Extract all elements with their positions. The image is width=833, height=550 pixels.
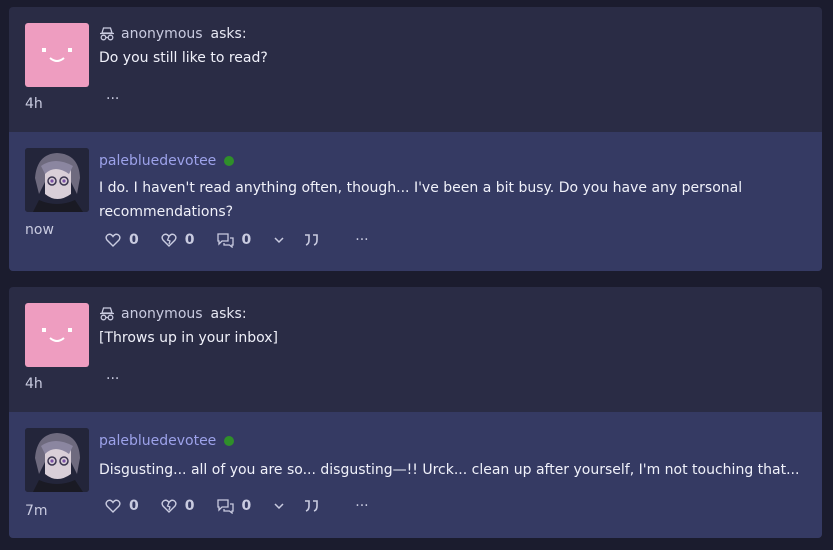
broken-heart-icon — [161, 233, 177, 247]
like-count: 0 — [129, 232, 139, 248]
username-link[interactable]: palebluedevotee — [99, 433, 216, 449]
comment-count: 0 — [241, 498, 252, 514]
post-card: anonymous asks: [Throws up in your inbox… — [9, 287, 822, 538]
character-portrait-icon — [25, 148, 89, 212]
ask-section: anonymous asks: Do you still like to rea… — [9, 7, 822, 132]
action-bar: 0 0 0 ··· — [105, 232, 391, 248]
like-button[interactable]: 0 — [105, 498, 139, 514]
more-icon: ··· — [355, 232, 369, 248]
answer-more-button[interactable]: ··· — [355, 498, 368, 514]
broken-heart-icon — [161, 499, 177, 513]
expand-button[interactable] — [273, 502, 285, 510]
like-button[interactable]: 0 — [105, 232, 139, 248]
incognito-icon — [100, 27, 114, 41]
anonymous-avatar — [25, 23, 89, 87]
user-avatar[interactable] — [25, 428, 89, 492]
answer-author: palebluedevotee — [99, 153, 235, 169]
ask-timestamp[interactable]: 4h — [25, 96, 43, 112]
character-portrait-icon — [25, 428, 89, 492]
username-link[interactable]: palebluedevotee — [99, 153, 216, 169]
smile-face-icon — [42, 328, 72, 342]
quote-button[interactable] — [303, 233, 319, 247]
chevron-down-icon — [274, 237, 284, 244]
ask-more-button[interactable]: ··· — [106, 371, 119, 387]
asker-line: anonymous asks: — [99, 306, 247, 322]
incognito-icon — [100, 307, 114, 321]
anonymous-avatar — [25, 303, 89, 367]
dislike-button[interactable]: 0 — [161, 498, 195, 514]
dislike-button[interactable]: 0 — [161, 232, 195, 248]
question-text: Do you still like to read? — [99, 50, 268, 66]
online-indicator — [224, 156, 235, 166]
quote-icon — [305, 234, 319, 246]
online-indicator — [224, 436, 235, 446]
ask-more-button[interactable]: ··· — [106, 91, 119, 107]
comment-count: 0 — [241, 232, 252, 248]
ask-timestamp[interactable]: 4h — [25, 376, 43, 392]
asker-line: anonymous asks: — [99, 26, 247, 42]
answer-timestamp[interactable]: now — [25, 222, 54, 238]
comments-icon — [216, 232, 234, 248]
answer-section: palebluedevotee I do. I haven't read any… — [9, 132, 822, 271]
asker-name[interactable]: anonymous — [121, 26, 203, 42]
heart-icon — [105, 233, 121, 247]
asks-label: asks: — [210, 26, 247, 42]
answer-text: I do. I haven't read anything often, tho… — [99, 180, 743, 220]
comments-icon — [216, 498, 234, 514]
action-bar: 0 0 0 ··· — [105, 498, 391, 514]
question-text: [Throws up in your inbox] — [99, 330, 278, 346]
more-icon: ··· — [355, 498, 369, 514]
answer-more-button[interactable]: ··· — [355, 232, 368, 248]
heart-icon — [105, 499, 121, 513]
dislike-count: 0 — [184, 232, 195, 248]
dislike-count: 0 — [184, 498, 195, 514]
asker-name[interactable]: anonymous — [121, 306, 203, 322]
comments-button[interactable]: 0 — [216, 498, 252, 514]
quote-icon — [305, 500, 319, 512]
user-avatar[interactable] — [25, 148, 89, 212]
answer-text: Disgusting... all of you are so... disgu… — [99, 462, 800, 478]
answer-author: palebluedevotee — [99, 433, 235, 449]
chevron-down-icon — [274, 503, 284, 510]
asks-label: asks: — [210, 306, 247, 322]
answer-section: palebluedevotee Disgusting... all of you… — [9, 412, 822, 538]
quote-button[interactable] — [303, 499, 319, 513]
post-card: anonymous asks: Do you still like to rea… — [9, 7, 822, 271]
comments-button[interactable]: 0 — [216, 232, 252, 248]
like-count: 0 — [129, 498, 139, 514]
answer-timestamp[interactable]: 7m — [25, 503, 48, 519]
smile-face-icon — [42, 48, 72, 62]
expand-button[interactable] — [273, 236, 285, 244]
ask-section: anonymous asks: [Throws up in your inbox… — [9, 287, 822, 412]
